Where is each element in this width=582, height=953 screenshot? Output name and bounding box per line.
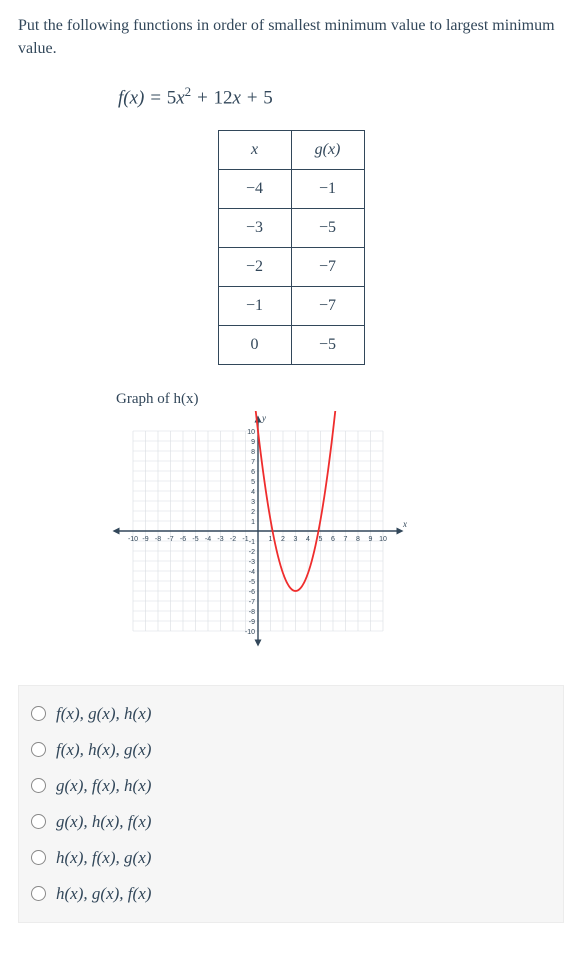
svg-text:5: 5	[251, 479, 255, 486]
svg-text:-1: -1	[242, 536, 248, 543]
svg-text:-9: -9	[249, 619, 255, 626]
svg-text:-4: -4	[205, 536, 211, 543]
table-header-row: x g(x)	[218, 130, 364, 169]
answer-option-label: g(x), f(x), h(x)	[56, 776, 151, 796]
svg-text:2: 2	[251, 509, 255, 516]
svg-text:5: 5	[319, 536, 323, 543]
table-row: 0−5	[218, 325, 364, 364]
svg-text:7: 7	[251, 459, 255, 466]
svg-text:y: y	[261, 413, 266, 423]
answer-options: f(x), g(x), h(x) f(x), h(x), g(x) g(x), f(…	[18, 685, 564, 923]
svg-text:-9: -9	[142, 536, 148, 543]
svg-text:3: 3	[251, 499, 255, 506]
svg-text:-1: -1	[249, 539, 255, 546]
g-table: x g(x) −4−1−3−5−2−7−1−70−5	[218, 130, 365, 365]
svg-text:4: 4	[306, 536, 310, 543]
table-row: −2−7	[218, 247, 364, 286]
svg-text:-7: -7	[167, 536, 173, 543]
svg-text:-4: -4	[249, 569, 255, 576]
svg-text:6: 6	[251, 469, 255, 476]
svg-text:-8: -8	[155, 536, 161, 543]
svg-text:1: 1	[251, 519, 255, 526]
answer-option-2[interactable]: f(x), h(x), g(x)	[31, 732, 551, 768]
svg-text:8: 8	[251, 449, 255, 456]
answer-option-label: f(x), h(x), g(x)	[56, 740, 151, 760]
svg-text:-7: -7	[249, 599, 255, 606]
svg-text:1: 1	[269, 536, 273, 543]
table-header-gx: g(x)	[291, 130, 364, 169]
table-cell: −5	[291, 208, 364, 247]
svg-text:9: 9	[369, 536, 373, 543]
graph-label: Graph of h(x)	[116, 391, 564, 408]
svg-text:-2: -2	[230, 536, 236, 543]
svg-text:-10: -10	[245, 629, 255, 636]
table-row: −1−7	[218, 286, 364, 325]
svg-text:7: 7	[344, 536, 348, 543]
svg-text:x: x	[402, 519, 407, 529]
svg-text:-5: -5	[192, 536, 198, 543]
answer-option-1[interactable]: f(x), g(x), h(x)	[31, 696, 551, 732]
radio-icon[interactable]	[31, 814, 46, 829]
table-cell: −5	[291, 325, 364, 364]
radio-icon[interactable]	[31, 706, 46, 721]
svg-text:-5: -5	[249, 579, 255, 586]
table-cell: −1	[218, 286, 291, 325]
question-text: Put the following functions in order of …	[18, 14, 564, 60]
svg-text:9: 9	[251, 439, 255, 446]
svg-text:8: 8	[356, 536, 360, 543]
svg-text:2: 2	[281, 536, 285, 543]
svg-text:6: 6	[331, 536, 335, 543]
answer-option-4[interactable]: g(x), h(x), f(x)	[31, 804, 551, 840]
answer-option-label: h(x), g(x), f(x)	[56, 884, 151, 904]
svg-text:-2: -2	[249, 549, 255, 556]
table-cell: −4	[218, 169, 291, 208]
table-cell: −2	[218, 247, 291, 286]
table-cell: −7	[291, 286, 364, 325]
table-row: −4−1	[218, 169, 364, 208]
table-header-x: x	[218, 130, 291, 169]
radio-icon[interactable]	[31, 886, 46, 901]
table-cell: 0	[218, 325, 291, 364]
answer-option-label: f(x), g(x), h(x)	[56, 704, 151, 724]
table-cell: −3	[218, 208, 291, 247]
function-formula: f(x) = 5x2 + 12x + 5	[18, 84, 564, 109]
svg-text:-3: -3	[249, 559, 255, 566]
answer-option-label: g(x), h(x), f(x)	[56, 812, 151, 832]
svg-text:-3: -3	[217, 536, 223, 543]
svg-text:-8: -8	[249, 609, 255, 616]
svg-text:-6: -6	[180, 536, 186, 543]
svg-text:3: 3	[294, 536, 298, 543]
svg-text:10: 10	[247, 429, 255, 436]
svg-text:-10: -10	[128, 536, 138, 543]
table-row: −3−5	[218, 208, 364, 247]
radio-icon[interactable]	[31, 742, 46, 757]
svg-text:10: 10	[379, 536, 387, 543]
table-cell: −1	[291, 169, 364, 208]
radio-icon[interactable]	[31, 778, 46, 793]
answer-option-3[interactable]: g(x), f(x), h(x)	[31, 768, 551, 804]
h-graph: x y -10-9-8-7-6-5-4-3-2-112345678910 -10…	[108, 411, 408, 651]
answer-option-6[interactable]: h(x), g(x), f(x)	[31, 876, 551, 912]
svg-text:-6: -6	[249, 589, 255, 596]
svg-text:4: 4	[251, 489, 255, 496]
table-cell: −7	[291, 247, 364, 286]
